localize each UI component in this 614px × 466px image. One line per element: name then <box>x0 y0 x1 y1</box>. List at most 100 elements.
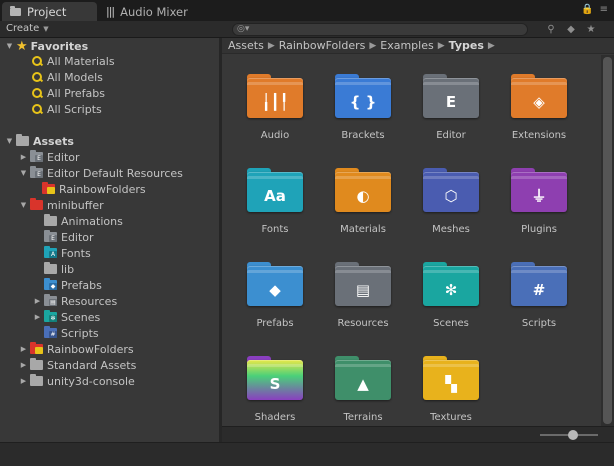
tab-project-label: Project <box>27 4 67 19</box>
folder-icon: ⬡ <box>423 168 479 212</box>
folder-label: Terrains <box>343 412 383 423</box>
favorite-star-icon[interactable]: ★ <box>584 23 598 36</box>
folder-icon: E <box>423 74 479 118</box>
tree-item-scripts[interactable]: # Scripts <box>44 325 99 341</box>
breadcrumb-separator-icon: ▶ <box>267 40 275 51</box>
folder-label: Resources <box>337 318 389 329</box>
folder-label: Fonts <box>261 224 289 235</box>
assets-root[interactable]: ▼ Assets <box>5 133 74 149</box>
tree-item-label: Scenes <box>61 310 101 324</box>
collapsed-arrow-icon[interactable]: ▶ <box>19 153 28 161</box>
brackets-icon: { } <box>349 92 377 111</box>
folder-tile[interactable]: ◐ Materials <box>323 158 403 248</box>
filter-by-type-icon[interactable]: ⚲ <box>544 23 558 36</box>
expand-arrow-icon[interactable]: ▼ <box>5 137 14 145</box>
font-aa-icon: Aa <box>264 186 286 205</box>
caret-down-icon: ▼ <box>43 24 49 33</box>
tab-audio-mixer[interactable]: ||| Audio Mixer <box>98 2 208 21</box>
folder-tile[interactable]: ▲ Terrains <box>323 346 403 436</box>
scrollbar-thumb[interactable] <box>603 57 612 424</box>
tree-item-minibuffer[interactable]: ▼ minibuffer <box>19 197 104 213</box>
expand-arrow-icon[interactable]: ▼ <box>19 201 28 209</box>
mixer-icon: ||| <box>106 5 115 18</box>
tree-item-label: Editor <box>61 230 94 244</box>
folder-tile[interactable]: ▤ Resources <box>323 252 403 342</box>
collapsed-arrow-icon[interactable]: ▶ <box>33 313 42 321</box>
folder-tile[interactable]: ⏚ Plugins <box>499 158 579 248</box>
breadcrumb-item[interactable]: Examples <box>380 39 433 52</box>
expand-arrow-icon[interactable]: ▼ <box>19 169 28 177</box>
tree-item-scenes[interactable]: ▶ ✻ Scenes <box>33 309 100 325</box>
folder-tile[interactable]: ▚ Textures <box>411 346 491 436</box>
tree-item-lib[interactable]: lib <box>44 261 74 277</box>
tree-item-standard-assets[interactable]: ▶ Standard Assets <box>19 357 136 373</box>
folder-tile[interactable]: E Editor <box>411 64 491 154</box>
folder-tile[interactable]: ⬡ Meshes <box>411 158 491 248</box>
folder-label: Extensions <box>511 130 567 141</box>
tree-item-rainbowfolders-root[interactable]: ▶ RainbowFolders <box>19 341 134 357</box>
status-bar <box>0 442 614 466</box>
tree-item-unity3d-console[interactable]: ▶ unity3d-console <box>19 373 135 389</box>
tree-item-editor[interactable]: E Editor <box>44 229 94 245</box>
window-controls: 🔒 ≡ <box>581 4 608 15</box>
collapsed-arrow-icon[interactable]: ▶ <box>33 297 42 305</box>
scenes-folder-icon: ✻ <box>44 310 57 322</box>
tree-item-editor-default-resources[interactable]: ▼ E Editor Default Resources <box>19 165 183 181</box>
folder-icon: ◈ <box>511 74 567 118</box>
prefab-cube-icon: ◆ <box>269 280 281 299</box>
red-folder-icon <box>30 198 43 210</box>
tree-item-animations[interactable]: Animations <box>44 213 123 229</box>
assets-root-label: Assets <box>33 134 74 148</box>
hash-icon: # <box>532 280 546 299</box>
favorite-item[interactable]: All Materials <box>31 53 115 69</box>
create-dropdown[interactable]: Create ▼ <box>6 23 49 34</box>
slider-knob[interactable] <box>568 430 578 440</box>
folder-label: Materials <box>340 224 386 235</box>
favorite-item[interactable]: All Models <box>31 69 103 85</box>
tree-item-rainbowfolders[interactable]: RainbowFolders <box>42 181 146 197</box>
prefabs-folder-icon: ◆ <box>44 278 57 290</box>
editor-folder-icon: E <box>30 166 43 178</box>
checker-icon: ▚ <box>445 374 457 393</box>
tab-audio-mixer-label: Audio Mixer <box>120 4 188 19</box>
expand-arrow-icon[interactable]: ▼ <box>5 42 14 50</box>
resources-folder-icon: ▤ <box>44 294 57 306</box>
folder-tile[interactable]: ✻ Scenes <box>411 252 491 342</box>
tree-item-resources[interactable]: ▶ ▤ Resources <box>33 293 117 309</box>
plug-icon: ⏚ <box>531 187 547 205</box>
folder-tile[interactable]: ╽┃╿ Audio <box>235 64 315 154</box>
breadcrumb-item[interactable]: Assets <box>228 39 264 52</box>
material-sphere-icon: ◐ <box>356 186 370 205</box>
lock-icon[interactable]: 🔒 <box>581 4 593 15</box>
search-input[interactable]: ◎▾ <box>232 23 528 36</box>
folder-label: Plugins <box>521 224 557 235</box>
collapsed-arrow-icon[interactable]: ▶ <box>19 345 28 353</box>
tree-item-prefabs[interactable]: ◆ Prefabs <box>44 277 102 293</box>
collapsed-arrow-icon[interactable]: ▶ <box>19 377 28 385</box>
folder-tile[interactable]: S Shaders <box>235 346 315 436</box>
menu-icon[interactable]: ≡ <box>600 4 608 15</box>
audio-wave-icon: ╽┃╿ <box>261 92 289 111</box>
shader-s-icon: S <box>269 374 281 393</box>
breadcrumb-separator-icon: ▶ <box>369 40 377 51</box>
folder-icon <box>10 5 21 16</box>
folder-tile[interactable]: # Scripts <box>499 252 579 342</box>
tab-project[interactable]: Project <box>2 2 97 21</box>
folder-tile[interactable]: Aa Fonts <box>235 158 315 248</box>
breadcrumb-current[interactable]: Types <box>449 39 484 52</box>
tree-item-label: Editor <box>47 150 80 164</box>
filter-by-label-icon[interactable]: ◆ <box>564 23 578 36</box>
folder-tile[interactable]: { } Brackets <box>323 64 403 154</box>
vertical-scrollbar[interactable] <box>601 55 614 426</box>
rainbow-folder-icon <box>42 182 55 194</box>
tree-item-editor[interactable]: ▶ E Editor <box>19 149 80 165</box>
favorite-item[interactable]: All Prefabs <box>31 85 105 101</box>
folder-tile[interactable]: ◆ Prefabs <box>235 252 315 342</box>
breadcrumb-item[interactable]: RainbowFolders <box>279 39 366 52</box>
favorite-item[interactable]: All Scripts <box>31 101 102 117</box>
collapsed-arrow-icon[interactable]: ▶ <box>19 361 28 369</box>
tree-item-fonts[interactable]: A Fonts <box>44 245 91 261</box>
folder-tile[interactable]: ◈ Extensions <box>499 64 579 154</box>
mesh-cube-icon: ⬡ <box>444 186 458 205</box>
favorites-header[interactable]: ▼ ★ Favorites <box>5 38 88 54</box>
